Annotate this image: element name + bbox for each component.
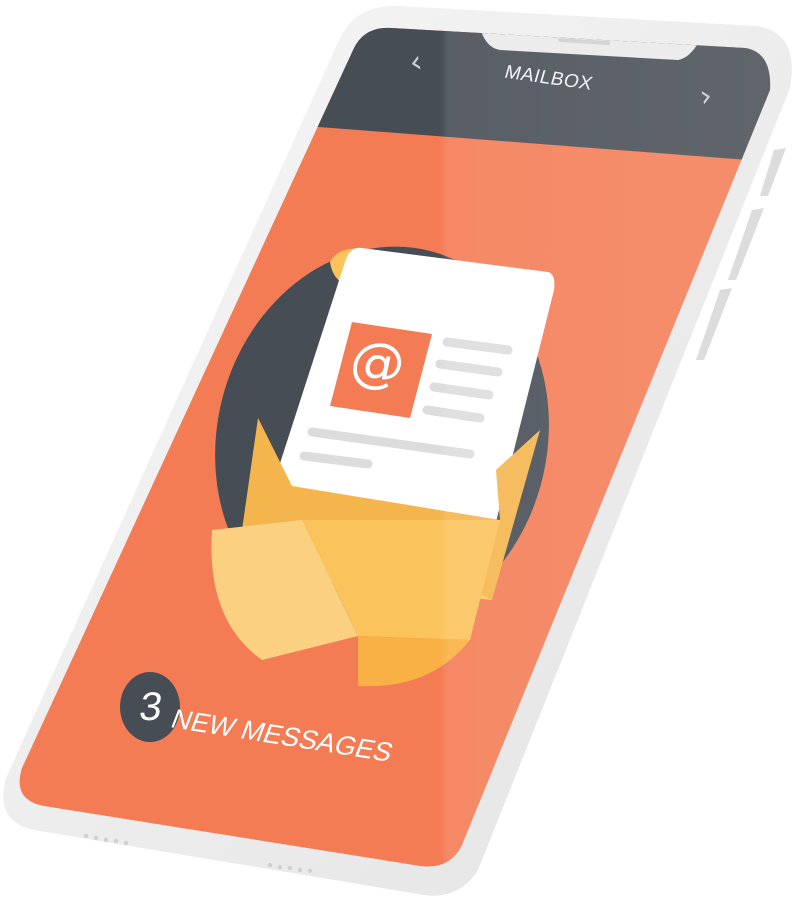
at-icon: @ bbox=[344, 328, 412, 396]
phone-device bbox=[3, 5, 792, 896]
phone-mockup-scene: ‹ MAILBOX › @ 3 NEW MESSAGES bbox=[0, 0, 800, 902]
screen bbox=[19, 27, 771, 867]
